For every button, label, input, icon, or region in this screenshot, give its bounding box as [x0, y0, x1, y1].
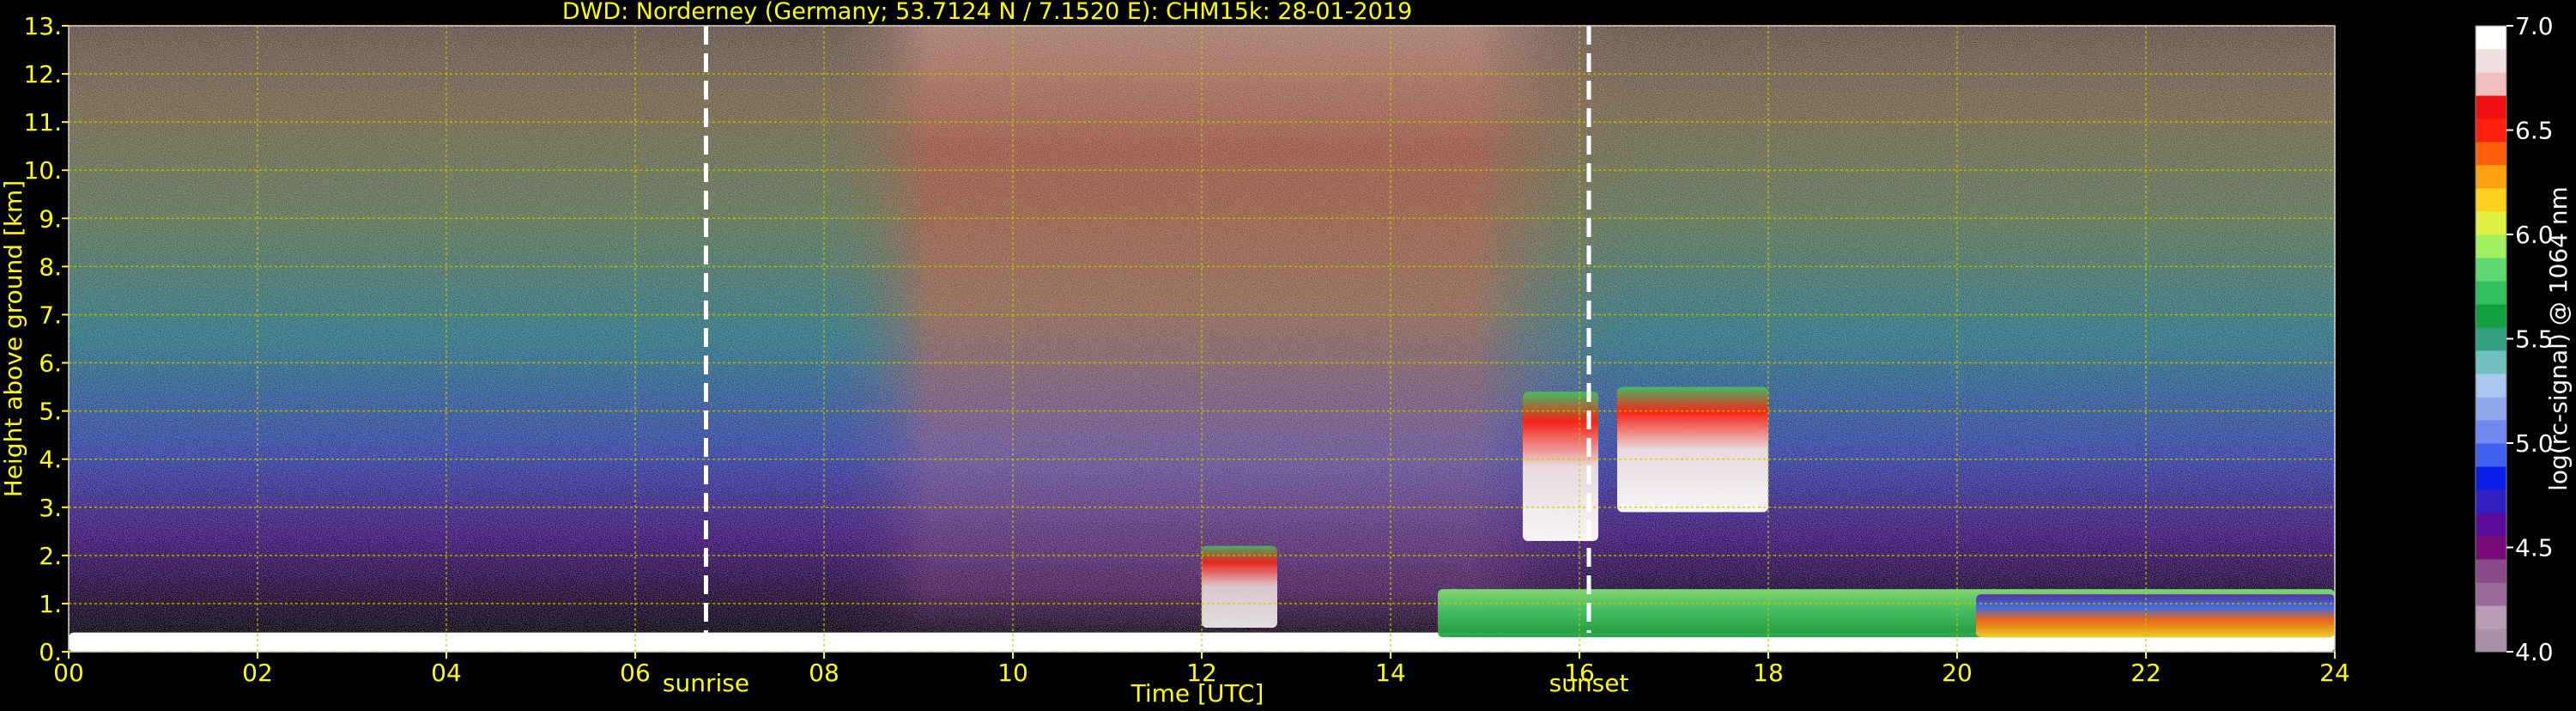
- x-tick-label: 14: [1375, 659, 1406, 687]
- colorbar-segment: [2476, 605, 2506, 629]
- colorbar-segment: [2476, 258, 2506, 282]
- y-tick-label: 6.: [39, 349, 62, 378]
- sunrise-label: sunrise: [663, 669, 749, 697]
- colorbar-segment: [2476, 536, 2506, 560]
- colorbar-segment: [2476, 420, 2506, 444]
- colorbar-segment: [2476, 26, 2506, 50]
- lidar-chart: sunrise sunset 00 02 04 06 08 10 12 14 16 18 20 22 24…: [0, 0, 2573, 708]
- y-tick-label: 5.: [39, 398, 62, 426]
- y-tick-label: 12.: [23, 60, 62, 88]
- colorbar-segment: [2476, 165, 2506, 189]
- x-axis-label: Time [UTC]: [1130, 679, 1264, 708]
- colorbar-segment: [2476, 142, 2506, 166]
- colorbar-segment: [2476, 188, 2506, 212]
- x-tick-label: 08: [809, 659, 839, 687]
- colorbar-segment: [2476, 118, 2506, 143]
- x-tick-label: 18: [1753, 659, 1784, 687]
- y-tick-label: 3.: [39, 494, 62, 522]
- x-tick-label: 20: [1942, 659, 1973, 687]
- colorbar-segment: [2476, 327, 2506, 351]
- colorbar-segment: [2476, 95, 2506, 119]
- colorbar-segment: [2476, 466, 2506, 490]
- colorbar-segment: [2476, 304, 2506, 328]
- colorbar-segment: [2476, 582, 2506, 606]
- x-tick-label: 06: [620, 659, 651, 687]
- colorbar-tick-label: 4.0: [2515, 638, 2554, 666]
- y-tick-label: 13.: [23, 12, 62, 40]
- colorbar-segment: [2476, 559, 2506, 583]
- colorbar-segment: [2476, 49, 2506, 73]
- colorbar-segment: [2476, 281, 2506, 305]
- colorbar-segment: [2476, 374, 2506, 398]
- colorbar-label: log(rc-signal) @ 1064 nm: [2544, 186, 2573, 491]
- y-tick-label: 1.: [39, 590, 62, 618]
- colorbar-segment: [2476, 489, 2506, 514]
- colorbar-tick-label: 4.5: [2515, 534, 2554, 562]
- x-tick-label: 24: [2319, 659, 2350, 687]
- y-tick-label: 10.: [23, 156, 62, 185]
- colorbar-segment: [2476, 397, 2506, 421]
- x-tick-label: 04: [431, 659, 462, 687]
- elevated-cloud: [1617, 386, 1768, 513]
- chart-title: DWD: Norderney (Germany; 53.7124 N / 7.1…: [562, 0, 1412, 25]
- colorbar-segment: [2476, 234, 2506, 258]
- colorbar-segment: [2476, 350, 2506, 374]
- colorbar-segment: [2476, 513, 2506, 537]
- y-tick-label: 8.: [39, 252, 62, 281]
- y-axis-label: Height above ground [km]: [0, 180, 27, 498]
- y-tick-label: 11.: [23, 108, 62, 137]
- y-tick-label: 0.: [39, 638, 62, 666]
- x-tick-label: 16: [1564, 659, 1595, 687]
- y-tick-label: 2.: [39, 542, 62, 570]
- colorbar-tick-label: 6.5: [2515, 117, 2554, 145]
- colorbar-segment: [2476, 211, 2506, 235]
- low-cloud: [1202, 545, 1277, 628]
- x-tick-label: 10: [997, 659, 1028, 687]
- colorbar-segment: [2476, 72, 2506, 96]
- x-tick-label: 02: [242, 659, 273, 687]
- y-tick-label: 7.: [39, 301, 62, 329]
- x-tick-label: 22: [2131, 659, 2161, 687]
- y-tick-label: 9.: [39, 204, 62, 233]
- y-tick-label: 4.: [39, 446, 62, 474]
- colorbar-tick-label: 7.0: [2515, 12, 2554, 40]
- colorbar-segment: [2476, 443, 2506, 467]
- colorbar-segment: [2476, 629, 2506, 653]
- aerosol-boundary-layer-late: [1976, 594, 2335, 638]
- chart-figure: sunrise sunset 00 02 04 06 08 10 12 14 16 18 20 22 24…: [0, 0, 2576, 708]
